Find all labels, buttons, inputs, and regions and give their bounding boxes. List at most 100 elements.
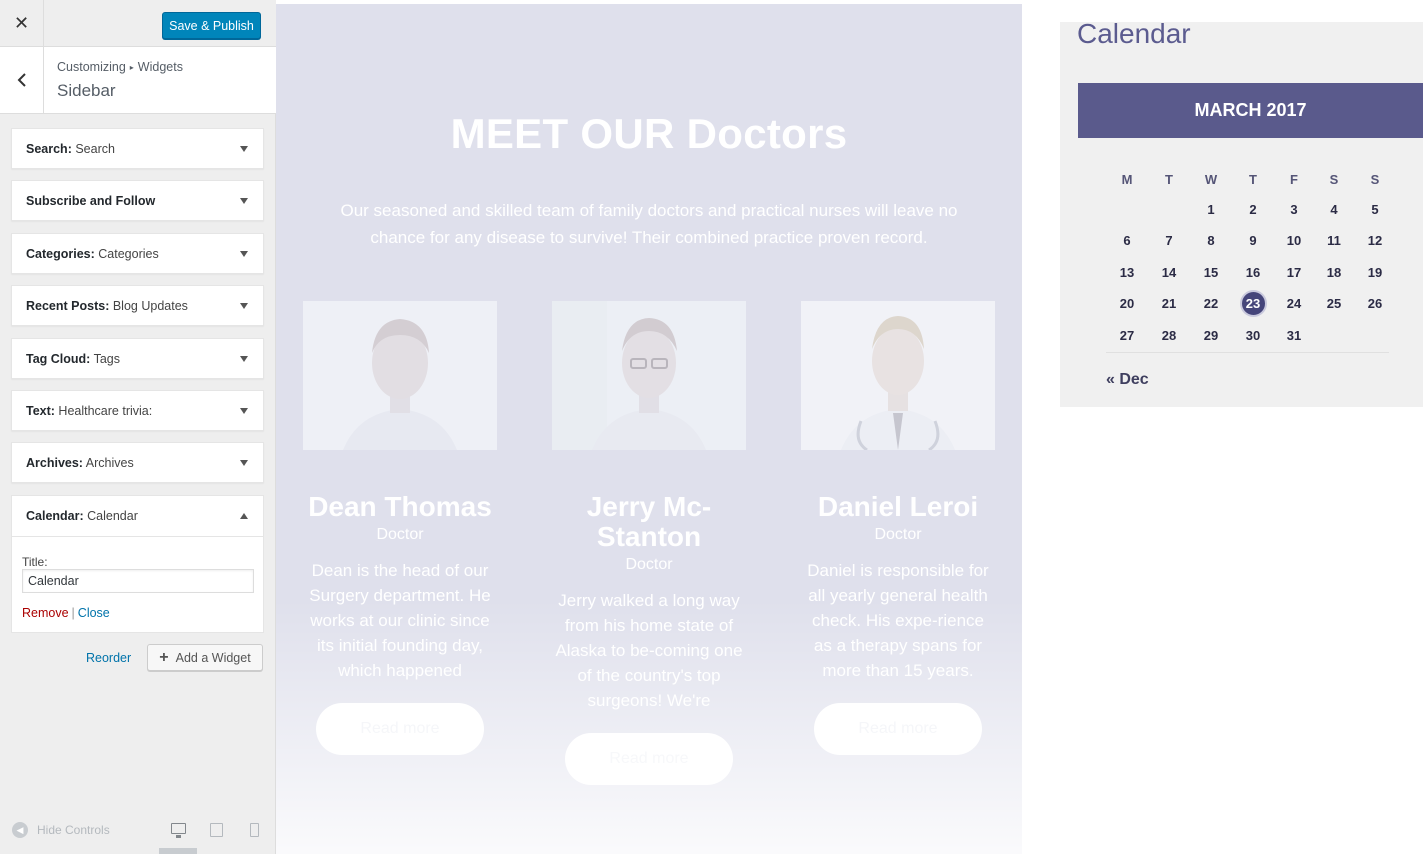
calendar-day: 12 [1367, 233, 1383, 248]
title-field-label: Title: [22, 555, 48, 569]
breadcrumb-root: Customizing [57, 60, 126, 74]
widget-title: Text: Healthcare trivia: [26, 404, 152, 418]
calendar-day: 9 [1249, 233, 1257, 248]
widget-title: Search: Search [26, 142, 115, 156]
calendar-day: 13 [1119, 265, 1135, 280]
calendar-day: 7 [1165, 233, 1173, 248]
expand-arrow-icon[interactable] [240, 460, 248, 466]
doctor-bio: Daniel is responsible for all yearly gen… [807, 561, 989, 680]
calendar-day: 20 [1119, 296, 1135, 311]
calendar-weekday: F [1290, 172, 1298, 187]
customizer-header: ✕ Save & Publish [0, 0, 276, 47]
read-more-button[interactable]: Read more [565, 733, 733, 785]
widget-item[interactable]: Search: Search [11, 128, 264, 169]
calendar-day: 8 [1207, 233, 1215, 248]
expand-arrow-icon[interactable] [240, 408, 248, 414]
hide-controls-button[interactable]: ◀ Hide Controls [12, 822, 110, 838]
calendar-day: 17 [1286, 265, 1302, 280]
close-link[interactable]: Close [78, 606, 110, 620]
read-more-button[interactable]: Read more [316, 703, 484, 755]
breadcrumb-separator: ▸ [129, 63, 134, 72]
calendar-day: 10 [1286, 233, 1302, 248]
calendar-day: 6 [1123, 233, 1131, 248]
expand-arrow-icon[interactable] [240, 146, 248, 152]
widget-title: Recent Posts: Blog Updates [26, 299, 188, 313]
calendar-prev-link[interactable]: « Dec [1106, 371, 1149, 389]
tablet-icon[interactable] [210, 823, 223, 837]
widget-subtitle: Calendar [87, 509, 138, 523]
site-preview: MEET OUR Doctors Our seasoned and skille… [276, 4, 1022, 854]
add-widget-button[interactable]: + Add a Widget [147, 644, 263, 671]
save-publish-button[interactable]: Save & Publish [162, 12, 261, 39]
widget-name: Tag Cloud: [26, 352, 91, 366]
desktop-icon[interactable] [171, 823, 186, 838]
calendar-weekday: S [1370, 172, 1380, 187]
close-customizer-button[interactable]: ✕ [0, 0, 44, 47]
widget-name: Text: [26, 404, 55, 418]
customizer-panel: ✕ Save & Publish Customizing ▸ Widgets Sid… [0, 0, 276, 854]
doctor-bio: Dean is the head of our Surgery departme… [309, 561, 491, 680]
widget-subtitle: Tags [93, 352, 120, 366]
widget-item[interactable]: Text: Healthcare trivia: [11, 390, 264, 431]
widget-item[interactable]: Recent Posts: Blog Updates [11, 285, 264, 326]
section-headline: MEET OUR Doctors [450, 110, 848, 157]
widget-item[interactable]: Tag Cloud: Tags [11, 338, 264, 379]
widget-title: Calendar: Calendar [26, 509, 138, 523]
calendar-day: 19 [1367, 265, 1383, 280]
calendar-month: MARCH 2017 [1078, 83, 1423, 138]
back-button[interactable] [0, 47, 44, 113]
calendar-day: 18 [1326, 265, 1342, 280]
widget-item[interactable]: Subscribe and Follow [11, 180, 264, 221]
doctor-name: Dean Thomas [308, 491, 492, 522]
expand-arrow-icon[interactable] [240, 303, 248, 309]
actions-separator: | [71, 606, 75, 620]
widget-actions: Remove | Close [22, 606, 110, 620]
doctor-role: Doctor [625, 556, 673, 573]
doctor-card: Jerry Mc-Stanton Doctor Jerry walked a l… [552, 301, 746, 785]
calendar-day: 14 [1161, 265, 1177, 280]
widget-name: Subscribe and Follow [26, 194, 156, 208]
calendar-weekday: S [1329, 172, 1339, 187]
widget-name: Recent Posts: [26, 299, 110, 313]
widget-subtitle: Categories [98, 247, 159, 261]
calendar-day: 1 [1207, 202, 1215, 217]
doctor-card: Dean Thomas Doctor Dean is the head of o… [303, 301, 497, 755]
doctor-card: Daniel Leroi Doctor Daniel is responsibl… [801, 301, 995, 755]
plus-icon: + [159, 648, 169, 666]
calendar-day: 21 [1161, 296, 1177, 311]
widget-title: Tag Cloud: Tags [26, 352, 120, 366]
hide-controls-label: Hide Controls [37, 823, 110, 837]
intro-line-2: chance for any disease to survive! Their… [370, 228, 928, 247]
active-device-indicator [159, 848, 197, 854]
widget-item[interactable]: Archives: Archives [11, 442, 264, 483]
remove-link[interactable]: Remove [22, 606, 69, 620]
calendar-day: 26 [1367, 296, 1383, 311]
calendar-day: 3 [1290, 202, 1298, 217]
calendar-divider [1106, 352, 1389, 353]
chevron-left-icon [17, 73, 26, 87]
title-input[interactable] [22, 569, 254, 593]
calendar-day: 5 [1371, 202, 1379, 217]
doctor-photo [552, 301, 746, 450]
read-more-button[interactable]: Read more [814, 703, 982, 755]
calendar-day: 2 [1249, 202, 1257, 217]
collapse-arrow-icon[interactable] [240, 513, 248, 519]
widget-calendar-header[interactable]: Calendar: Calendar [12, 496, 263, 537]
expand-arrow-icon[interactable] [240, 356, 248, 362]
widget-title: Categories: Categories [26, 247, 159, 261]
mobile-icon[interactable] [250, 823, 259, 837]
widget-name: Search: [26, 142, 72, 156]
reorder-link[interactable]: Reorder [86, 651, 131, 665]
expand-arrow-icon[interactable] [240, 198, 248, 204]
calendar-day: 11 [1327, 233, 1341, 248]
doctor-bio: Jerry walked a long way from his home st… [555, 591, 743, 710]
expand-arrow-icon[interactable] [240, 251, 248, 257]
widget-name: Calendar: [26, 509, 84, 523]
doctor-name: Daniel Leroi [817, 491, 979, 522]
calendar-day: 16 [1245, 265, 1261, 280]
calendar-weekday: M [1121, 172, 1133, 187]
calendar-day: 27 [1119, 328, 1135, 343]
calendar-weekday: T [1249, 172, 1257, 187]
doctor-role: Doctor [874, 526, 922, 543]
widget-item[interactable]: Categories: Categories [11, 233, 264, 274]
